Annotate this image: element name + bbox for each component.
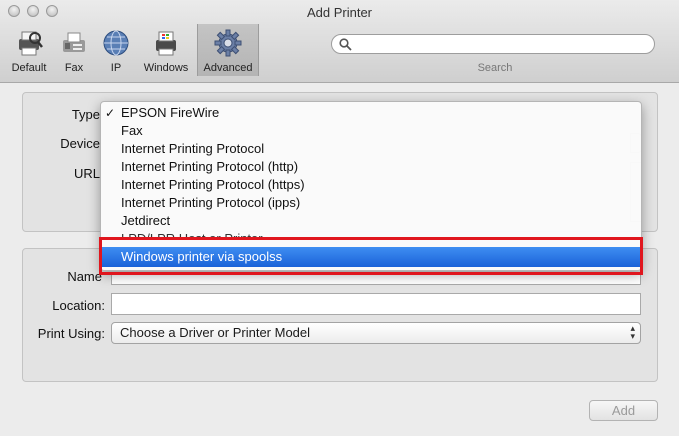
location-input[interactable] — [116, 297, 640, 314]
menu-item-ipp-ipps[interactable]: Internet Printing Protocol (ipps) — [101, 194, 641, 212]
fax-icon — [63, 32, 85, 52]
gear-icon — [214, 29, 242, 57]
menu-item-label: EPSON FireWire — [121, 105, 220, 120]
url-label: URL — [73, 166, 100, 181]
menu-item-label: Jetdirect — [121, 213, 171, 228]
window-toolbar: Add Printer Default Fax IP Windows Advan… — [0, 0, 679, 83]
popup-arrows-icon: ▴ ▾ — [630, 323, 635, 341]
toolbar-ip-button[interactable]: IP — [96, 24, 136, 76]
toolbar-advanced-button[interactable]: Advanced — [197, 24, 259, 76]
add-button[interactable]: Add — [589, 400, 658, 421]
location-field[interactable] — [111, 293, 641, 315]
search-icon — [339, 38, 352, 51]
printer-magnifier-icon — [19, 31, 43, 56]
toolbar-default-label: Default — [11, 62, 47, 74]
highlight-annotation-box — [99, 237, 643, 275]
checkmark-icon: ✓ — [105, 106, 116, 120]
menu-item-label: Internet Printing Protocol — [121, 141, 265, 156]
search-field[interactable] — [331, 34, 655, 54]
toolbar-fax-label: Fax — [64, 62, 84, 74]
search-input[interactable] — [356, 37, 650, 53]
menu-item-fax[interactable]: Fax — [101, 122, 641, 140]
name-field[interactable] — [111, 275, 641, 285]
device-label: Device — [60, 136, 100, 151]
menu-item-label: Internet Printing Protocol (http) — [121, 159, 299, 174]
menu-item-label: Internet Printing Protocol (https) — [121, 177, 305, 192]
print-using-popup[interactable]: Choose a Driver or Printer Model ▴ ▾ — [111, 322, 641, 344]
window-title: Add Printer — [306, 5, 373, 20]
type-label: Type — [71, 107, 100, 122]
menu-item-ipp-http[interactable]: Internet Printing Protocol (http) — [101, 158, 641, 176]
location-label: Location: — [52, 298, 105, 313]
toolbar-default-button[interactable]: Default — [6, 24, 52, 76]
menu-item-label: Fax — [121, 123, 143, 138]
toolbar-advanced-label: Advanced — [203, 62, 253, 74]
menu-item-ipp-https[interactable]: Internet Printing Protocol (https) — [101, 176, 641, 194]
windows-printer-icon — [156, 31, 176, 56]
print-using-value: Choose a Driver or Printer Model — [120, 325, 311, 340]
toolbar-windows-label: Windows — [143, 62, 189, 74]
toolbar-windows-button[interactable]: Windows — [140, 24, 192, 76]
menu-item-label: Internet Printing Protocol (ipps) — [121, 195, 301, 210]
name-label: Name — [67, 269, 102, 284]
menu-item-epson-firewire[interactable]: ✓ EPSON FireWire — [101, 104, 641, 122]
toolbar-ip-label: IP — [110, 62, 122, 74]
menu-item-jetdirect[interactable]: Jetdirect — [101, 212, 641, 230]
search-label: Search — [477, 62, 513, 74]
toolbar-fax-button[interactable]: Fax — [54, 24, 94, 76]
globe-icon — [103, 30, 129, 56]
print-using-label: Print Using: — [37, 326, 105, 341]
menu-item-ipp[interactable]: Internet Printing Protocol — [101, 140, 641, 158]
